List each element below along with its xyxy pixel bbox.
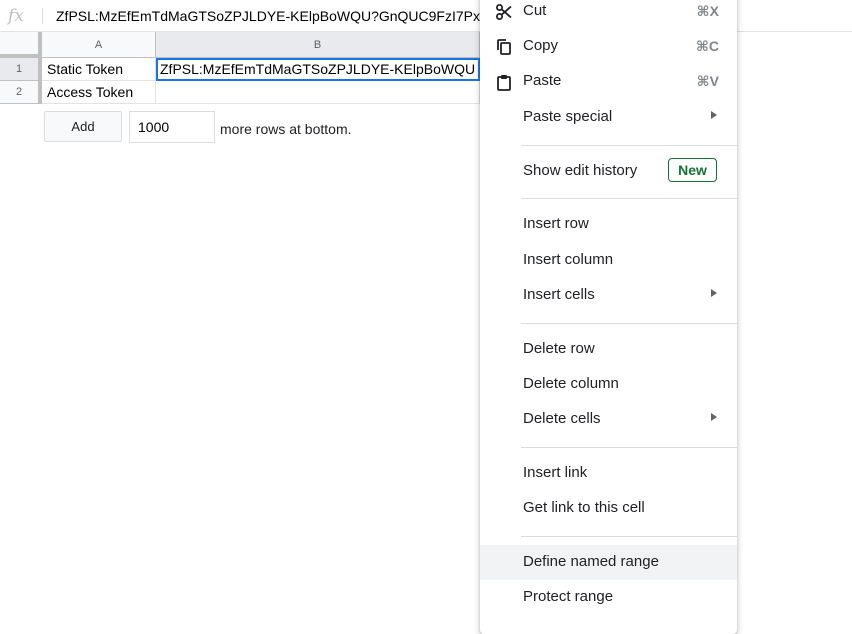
menu-divider (521, 198, 737, 199)
menu-item-label: Define named range (523, 553, 659, 570)
menu-item-define-named-range[interactable]: Define named range (480, 545, 737, 580)
menu-item-label: Insert link (523, 464, 588, 481)
menu-item-cut[interactable]: Cut ⌘X (480, 0, 737, 29)
menu-item-paste[interactable]: Paste ⌘V (480, 64, 737, 99)
menu-divider (521, 536, 737, 537)
menu-item-insert-cells[interactable]: Insert cells (480, 278, 737, 313)
add-rows-button[interactable]: Add (44, 111, 122, 142)
menu-item-label: Insert column (523, 251, 614, 268)
menu-item-label: Show edit history (523, 162, 638, 179)
context-menu: Cut ⌘X Copy ⌘C Paste ⌘V Paste special Sh… (480, 0, 737, 634)
menu-item-label: Paste special (523, 108, 613, 125)
submenu-arrow-icon (711, 289, 717, 297)
menu-item-label: Insert row (523, 215, 589, 232)
menu-divider (521, 447, 737, 448)
row-header-2[interactable]: 2 (0, 81, 42, 104)
shortcut-label: ⌘C (695, 38, 719, 54)
more-rows-label: more rows at bottom. (220, 121, 352, 137)
row-header-1[interactable]: 1 (0, 58, 42, 81)
menu-item-delete-row[interactable]: Delete row (480, 332, 737, 367)
menu-item-get-link[interactable]: Get link to this cell (480, 491, 737, 526)
submenu-arrow-icon (711, 111, 717, 119)
scissors-icon (495, 3, 513, 21)
cell-a1[interactable]: Static Token (42, 58, 156, 81)
cell-b2[interactable] (156, 81, 480, 104)
menu-item-label: Copy (523, 37, 559, 54)
copy-icon (495, 38, 513, 56)
menu-item-label: Delete cells (523, 410, 601, 427)
menu-item-copy[interactable]: Copy ⌘C (480, 29, 737, 64)
menu-item-label: Get link to this cell (523, 499, 645, 516)
column-header-b[interactable]: B (156, 32, 480, 58)
clipboard-icon (495, 73, 513, 91)
fx-icon: fx (8, 6, 24, 26)
cell-b1-selected[interactable]: ZfPSL:MzEfEmTdMaGTSoZPJLDYE-KElpBoWQU (156, 58, 480, 81)
cell-a2[interactable]: Access Token (42, 81, 156, 104)
shortcut-label: ⌘X (696, 3, 719, 19)
rows-count-input[interactable]: 1000 (129, 111, 215, 143)
menu-item-label: Protect range (523, 588, 614, 605)
menu-item-label: Insert cells (523, 286, 595, 303)
menu-item-delete-cells[interactable]: Delete cells (480, 402, 737, 437)
menu-item-label: Cut (523, 2, 547, 19)
formula-bar-divider (42, 8, 43, 24)
menu-item-label: Delete column (523, 375, 619, 392)
menu-item-delete-column[interactable]: Delete column (480, 367, 737, 402)
shortcut-label: ⌘V (696, 73, 719, 89)
menu-item-paste-special[interactable]: Paste special (480, 100, 737, 135)
menu-item-label: Delete row (523, 340, 595, 357)
menu-item-insert-link[interactable]: Insert link (480, 456, 737, 491)
menu-item-insert-row[interactable]: Insert row (480, 207, 737, 242)
menu-item-show-edit-history[interactable]: Show edit history New (480, 154, 737, 189)
column-header-a[interactable]: A (42, 32, 156, 58)
select-all-corner[interactable] (0, 32, 42, 58)
menu-item-insert-column[interactable]: Insert column (480, 243, 737, 278)
new-badge: New (668, 158, 717, 182)
menu-item-label: Paste (523, 72, 562, 89)
menu-divider (521, 323, 737, 324)
menu-item-protect-range[interactable]: Protect range (480, 580, 737, 615)
submenu-arrow-icon (711, 413, 717, 421)
menu-divider (521, 145, 737, 146)
